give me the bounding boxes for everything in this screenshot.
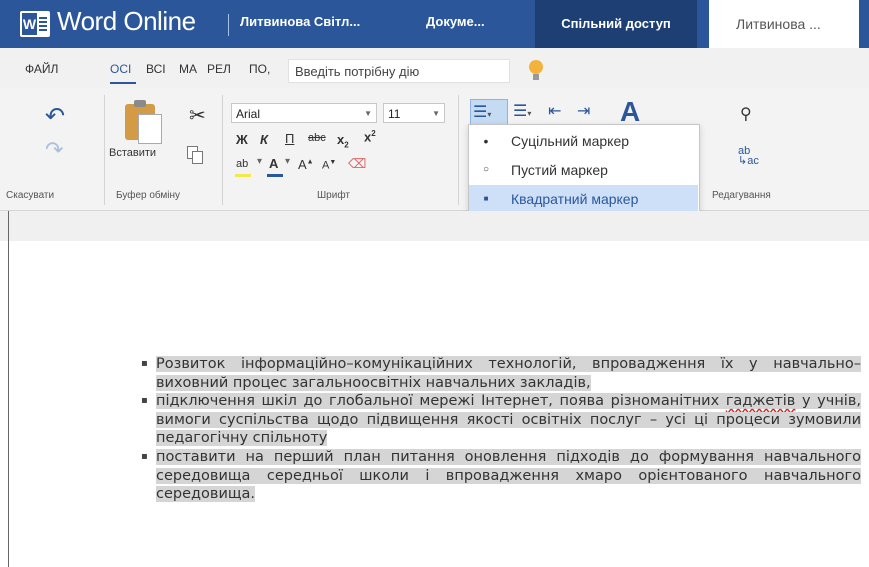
menu-item-filled-bullet[interactable]: • Суцільний маркер xyxy=(469,127,698,155)
share-button[interactable]: Спільний доступ xyxy=(535,0,697,48)
bullet-style-menu: • Суцільний маркер ○ Пустий маркер ■ Ква… xyxy=(468,124,700,217)
grow-font-label: A xyxy=(298,157,307,172)
title-separator xyxy=(228,14,229,36)
shrink-font-button[interactable]: A▼ xyxy=(322,159,336,172)
copy-icon[interactable] xyxy=(187,146,203,164)
tab-home[interactable]: ОСІ xyxy=(110,62,131,76)
bold-button[interactable]: Ж xyxy=(236,132,248,147)
tab-insert[interactable]: ВСІ xyxy=(146,62,166,76)
misspelled-word[interactable]: гаджетів xyxy=(726,393,796,409)
bullets-button[interactable]: ☰▾ xyxy=(470,99,508,125)
undo-icon[interactable]: ↶ xyxy=(45,104,65,128)
app-title[interactable]: Word Online xyxy=(57,6,196,37)
menu-item-hollow-bullet[interactable]: ○ Пустий маркер xyxy=(469,156,698,184)
list-item-text: Розвиток інформаційно–комунікаційних тех… xyxy=(156,356,861,391)
group-label-undo: Скасувати xyxy=(6,190,55,201)
group-divider xyxy=(222,95,223,205)
decrease-indent-icon[interactable]: ⇤ xyxy=(548,99,561,123)
document-name[interactable]: Докуме... xyxy=(426,14,485,29)
font-name-dropdown[interactable]: Arial ▼ xyxy=(231,103,377,123)
font-name-value: Arial xyxy=(236,107,261,121)
word-logo-icon[interactable]: W xyxy=(20,11,50,37)
group-label-clipboard: Буфер обміну xyxy=(116,190,181,201)
chevron-down-icon: ▼ xyxy=(432,109,440,118)
highlight-color-bar xyxy=(235,174,251,177)
group-label-font: Шрифт xyxy=(317,190,350,201)
font-size-dropdown[interactable]: 11 ▼ xyxy=(383,103,445,123)
highlight-button[interactable]: ab xyxy=(236,158,248,170)
tab-review[interactable]: РЕЛ xyxy=(207,62,231,76)
filled-bullet-icon: • xyxy=(483,133,489,149)
list-item[interactable]: поставити на перший план питання оновлен… xyxy=(141,448,861,504)
paste-icon[interactable] xyxy=(125,98,163,144)
paste-button[interactable]: Вставити xyxy=(109,147,156,159)
bulleted-list[interactable]: Розвиток інформаційно–комунікаційних тех… xyxy=(141,355,861,504)
title-bar: W Word Online Литвинова Світл... Докуме.… xyxy=(0,0,869,48)
chevron-down-icon: ▼ xyxy=(364,109,372,118)
list-item[interactable]: підключення шкіл до глобальної мережі Ін… xyxy=(141,392,861,448)
owner-name[interactable]: Литвинова Світл... xyxy=(240,14,360,29)
find-icon[interactable]: ⚲ xyxy=(740,104,752,123)
active-tab-indicator xyxy=(110,82,136,84)
underline-button[interactable]: П xyxy=(285,131,294,146)
list-item-text: підключення шкіл до глобальної мережі Ін… xyxy=(156,393,861,447)
tab-view[interactable]: ПО, xyxy=(249,62,270,76)
font-size-value: 11 xyxy=(388,107,401,121)
cut-icon[interactable]: ✂ xyxy=(189,103,206,127)
square-bullet-icon: ■ xyxy=(483,194,489,203)
tell-me-input[interactable]: Введіть потрібну дію xyxy=(288,59,510,83)
group-divider xyxy=(458,95,459,205)
list-item-text: поставити на перший план питання оновлен… xyxy=(156,448,861,503)
menu-item-label: Пустий маркер xyxy=(511,162,608,178)
chevron-down-icon[interactable]: ▾ xyxy=(285,156,290,167)
font-color-button[interactable]: A xyxy=(269,156,278,171)
menu-item-label: Квадратний маркер xyxy=(511,191,639,207)
clear-format-icon[interactable]: ⌫ xyxy=(348,156,366,172)
group-divider xyxy=(104,95,105,205)
redo-icon[interactable]: ↷ xyxy=(45,140,63,162)
tab-file[interactable]: ФАЙЛ xyxy=(25,62,58,76)
document-top-strip xyxy=(0,211,869,241)
strikethrough-button[interactable]: abc xyxy=(308,132,326,144)
font-color-bar xyxy=(267,174,283,177)
numbering-button[interactable]: ☰▾ xyxy=(513,99,531,123)
grow-font-button[interactable]: A▲ xyxy=(298,157,314,172)
menu-item-label: Суцільний маркер xyxy=(511,133,630,149)
styles-glyph: A xyxy=(620,96,641,127)
list-item[interactable]: Розвиток інформаційно–комунікаційних тех… xyxy=(141,355,861,392)
hollow-bullet-icon: ○ xyxy=(482,164,490,175)
menu-item-square-bullet[interactable]: ■ Квадратний маркер xyxy=(469,185,698,213)
lightbulb-icon[interactable] xyxy=(529,60,543,82)
group-label-editing: Редагування xyxy=(712,190,771,201)
page-edge xyxy=(8,211,9,567)
tab-layout[interactable]: МА xyxy=(179,62,197,76)
subscript-button[interactable]: x2 xyxy=(337,132,349,150)
account-button[interactable]: Литвинова ... xyxy=(709,0,859,48)
list-item-text-part: підключення шкіл до глобальної мережі Ін… xyxy=(156,393,726,410)
increase-indent-icon[interactable]: ⇥ xyxy=(577,99,590,123)
replace-icon[interactable]: ab ↳ac xyxy=(738,146,759,167)
italic-button[interactable]: К xyxy=(260,132,268,147)
chevron-down-icon[interactable]: ▾ xyxy=(257,156,262,167)
superscript-button[interactable]: x2 xyxy=(364,129,376,144)
